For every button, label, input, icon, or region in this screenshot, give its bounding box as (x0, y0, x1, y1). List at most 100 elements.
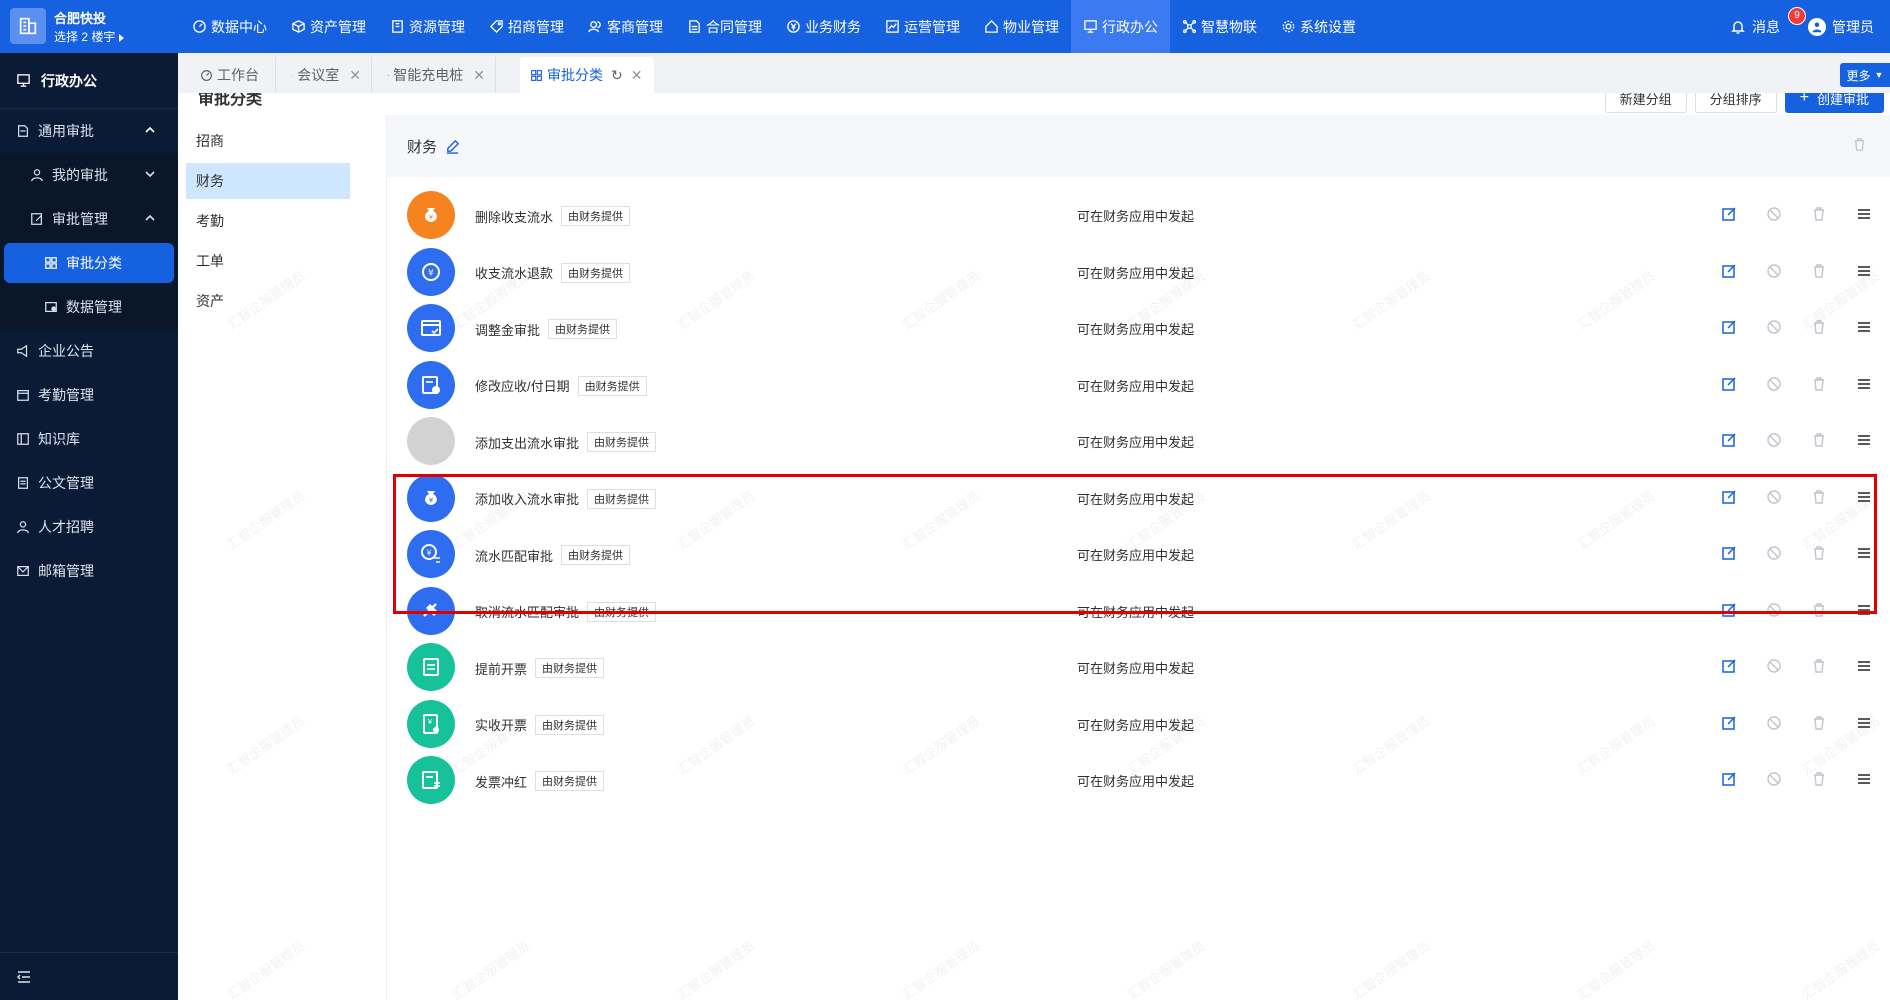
sidebar-item-my-approval[interactable]: 我的审批 (0, 153, 178, 197)
sidebar-item-approval-category[interactable]: 审批分类 (4, 243, 174, 283)
provider-tag: 由财务提供 (577, 375, 647, 396)
tab-charging-pile[interactable]: 智能充电桩 ✕ (378, 57, 496, 93)
approval-row[interactable]: 发票冲红 由财务提供 可在财务应用中发起 (387, 746, 1890, 814)
edit-icon[interactable] (1720, 544, 1738, 562)
drag-handle-icon[interactable] (1855, 375, 1873, 393)
drag-handle-icon[interactable] (1855, 318, 1873, 336)
disable-icon[interactable] (1765, 431, 1783, 449)
trash-icon[interactable] (1810, 657, 1828, 675)
close-icon[interactable]: ✕ (631, 67, 643, 84)
trash-icon[interactable] (1810, 375, 1828, 393)
nav-item-operations[interactable]: 运营管理 (873, 0, 972, 53)
category-item[interactable]: 招商 (186, 123, 350, 159)
sort-group-button[interactable]: 分组排序 (1694, 93, 1777, 113)
sidebar-item-data-management[interactable]: 数据管理 (0, 285, 178, 329)
edit-icon[interactable] (1720, 375, 1738, 393)
collapse-sidebar-button[interactable] (0, 952, 178, 1000)
disable-icon[interactable] (1765, 262, 1783, 280)
nav-item-resources[interactable]: 资源管理 (378, 0, 477, 53)
nav-item-investment[interactable]: 招商管理 (477, 0, 576, 53)
refresh-icon[interactable]: ↻ (611, 67, 623, 84)
nav-item-contracts[interactable]: 合同管理 (675, 0, 774, 53)
tab-meeting-room[interactable]: 会议室 ✕ (282, 57, 372, 93)
disable-icon[interactable] (1765, 714, 1783, 732)
sidebar-item-documents[interactable]: 公文管理 (0, 461, 178, 505)
category-item[interactable]: 资产 (186, 283, 350, 319)
close-icon[interactable]: ✕ (349, 67, 361, 84)
edit-icon[interactable] (445, 139, 460, 154)
tab-approval-category[interactable]: 审批分类 ↻ ✕ (520, 57, 654, 93)
drag-handle-icon[interactable] (1855, 601, 1873, 619)
edit-icon[interactable] (1720, 318, 1738, 336)
nav-item-customers[interactable]: 客商管理 (576, 0, 675, 53)
trash-icon[interactable] (1810, 318, 1828, 336)
sidebar-item-label: 考勤管理 (38, 387, 94, 403)
disable-icon[interactable] (1765, 318, 1783, 336)
drag-handle-icon[interactable] (1855, 431, 1873, 449)
messages-button[interactable]: 消息 9 (1730, 6, 1806, 37)
trash-icon[interactable] (1810, 601, 1828, 619)
nav-item-assets[interactable]: 资产管理 (279, 0, 378, 53)
tab-workbench[interactable]: 工作台 (190, 57, 276, 93)
trash-icon[interactable] (1810, 488, 1828, 506)
brand[interactable]: 合肥快投 选择 2 楼宇 (10, 8, 176, 46)
edit-icon[interactable] (1720, 601, 1738, 619)
user-icon (1812, 22, 1822, 32)
approval-name: 发票冲红 (475, 774, 528, 790)
edit-icon[interactable] (1720, 657, 1738, 675)
edit-icon[interactable] (1720, 770, 1738, 788)
drag-handle-icon[interactable] (1855, 488, 1873, 506)
nav-item-settings[interactable]: 系统设置 (1269, 0, 1368, 53)
nav-item-property[interactable]: 物业管理 (972, 0, 1071, 53)
iot-icon (1182, 19, 1197, 34)
close-icon[interactable]: ✕ (473, 67, 485, 84)
sidebar-item-attendance[interactable]: 考勤管理 (0, 373, 178, 417)
disable-icon[interactable] (1765, 488, 1783, 506)
tab-label: 审批分类 (547, 67, 603, 83)
trash-icon[interactable] (1810, 714, 1828, 732)
sidebar-item-announcements[interactable]: 企业公告 (0, 329, 178, 373)
disable-icon[interactable] (1765, 601, 1783, 619)
drag-handle-icon[interactable] (1855, 657, 1873, 675)
edit-icon[interactable] (1720, 262, 1738, 280)
nav-item-finance[interactable]: 业务财务 (774, 0, 873, 53)
new-group-button[interactable]: 新建分组 (1604, 93, 1687, 113)
trash-icon[interactable] (1810, 544, 1828, 562)
more-tabs-button[interactable]: 更多 ▼ (1840, 63, 1890, 87)
sidebar-item-approval-management[interactable]: 审批管理 (0, 197, 178, 241)
sidebar-item-recruitment[interactable]: 人才招聘 (0, 505, 178, 549)
drag-handle-icon[interactable] (1855, 770, 1873, 788)
top-bar: 合肥快投 选择 2 楼宇 数据中心 资产管理 资源管理 招商管理 客商管理 合同… (0, 0, 1890, 53)
edit-icon[interactable] (1720, 205, 1738, 223)
edit-icon[interactable] (1720, 488, 1738, 506)
disable-icon[interactable] (1765, 544, 1783, 562)
disable-icon[interactable] (1765, 375, 1783, 393)
create-approval-button[interactable]: + 创建审批 (1784, 93, 1884, 113)
tab-label: 智能充电桩 (393, 67, 464, 83)
disable-icon[interactable] (1765, 657, 1783, 675)
drag-handle-icon[interactable] (1855, 544, 1873, 562)
category-item[interactable]: 考勤 (186, 203, 350, 239)
location-selector[interactable]: 选择 2 楼宇 (54, 28, 125, 45)
category-item-selected[interactable]: 财务 (186, 163, 350, 199)
disable-icon[interactable] (1765, 205, 1783, 223)
trash-icon[interactable] (1810, 431, 1828, 449)
disable-icon[interactable] (1765, 770, 1783, 788)
drag-handle-icon[interactable] (1855, 714, 1873, 732)
trash-icon[interactable] (1810, 770, 1828, 788)
nav-item-iot[interactable]: 智慧物联 (1170, 0, 1269, 53)
category-item[interactable]: 工单 (186, 243, 350, 279)
edit-icon[interactable] (1720, 431, 1738, 449)
drag-handle-icon[interactable] (1855, 262, 1873, 280)
user-menu[interactable]: 管理员 (1808, 17, 1874, 37)
trash-icon[interactable] (1810, 262, 1828, 280)
drag-handle-icon[interactable] (1855, 205, 1873, 223)
sidebar-item-knowledge-base[interactable]: 知识库 (0, 417, 178, 461)
sidebar-item-general-approval[interactable]: 通用审批 (0, 109, 178, 153)
edit-icon[interactable] (1720, 714, 1738, 732)
nav-item-admin-office[interactable]: 行政办公 (1071, 0, 1170, 53)
nav-item-data-center[interactable]: 数据中心 (180, 0, 279, 53)
trash-icon[interactable] (1852, 137, 1867, 152)
trash-icon[interactable] (1810, 205, 1828, 223)
sidebar-item-mailbox[interactable]: 邮箱管理 (0, 549, 178, 593)
